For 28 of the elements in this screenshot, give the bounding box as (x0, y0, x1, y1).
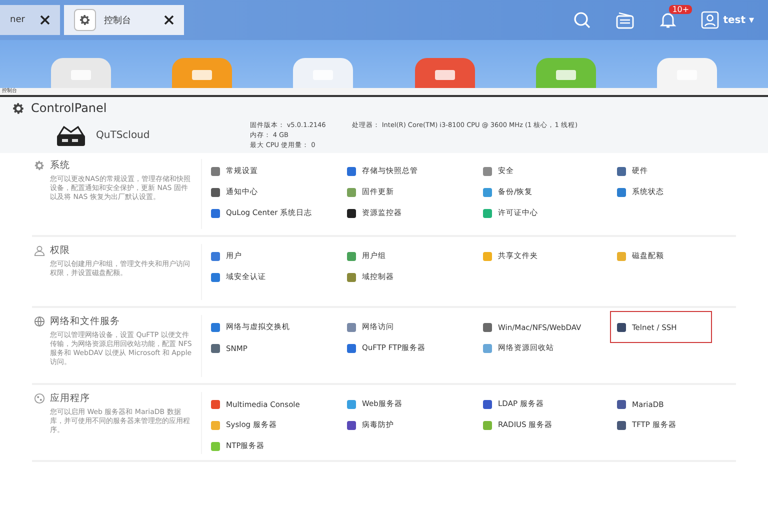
apps-icon (34, 393, 45, 404)
device-name: QuTScloud (96, 130, 150, 141)
app-icon[interactable] (50, 58, 111, 88)
gear-icon (12, 102, 25, 114)
bell-icon[interactable] (659, 11, 678, 29)
server-icon (56, 124, 86, 146)
app-icon[interactable] (172, 58, 232, 88)
app-icon[interactable] (414, 58, 475, 88)
close-icon[interactable] (164, 15, 174, 25)
globe-icon (34, 316, 45, 327)
close-icon[interactable] (40, 15, 50, 25)
gear-icon (34, 160, 45, 171)
app-icon[interactable] (536, 58, 596, 88)
gear-icon (79, 14, 91, 26)
panel-title: ControlPanel (31, 101, 107, 115)
section-title: 网络和文件服务 (50, 315, 120, 328)
search-icon[interactable] (573, 11, 592, 29)
window-tab[interactable]: ner (0, 5, 60, 35)
media-icon[interactable] (615, 11, 636, 29)
section-title: 应用程序 (50, 392, 90, 405)
section-title: 权限 (50, 244, 70, 257)
notification-badge: 10+ (669, 5, 692, 14)
user-icon (34, 245, 45, 256)
user-icon[interactable] (701, 11, 720, 29)
app-icon[interactable] (657, 58, 718, 88)
window-tab[interactable]: 控制台 (64, 5, 184, 35)
section-title: 系统 (50, 159, 70, 172)
app-icon[interactable] (293, 58, 354, 88)
